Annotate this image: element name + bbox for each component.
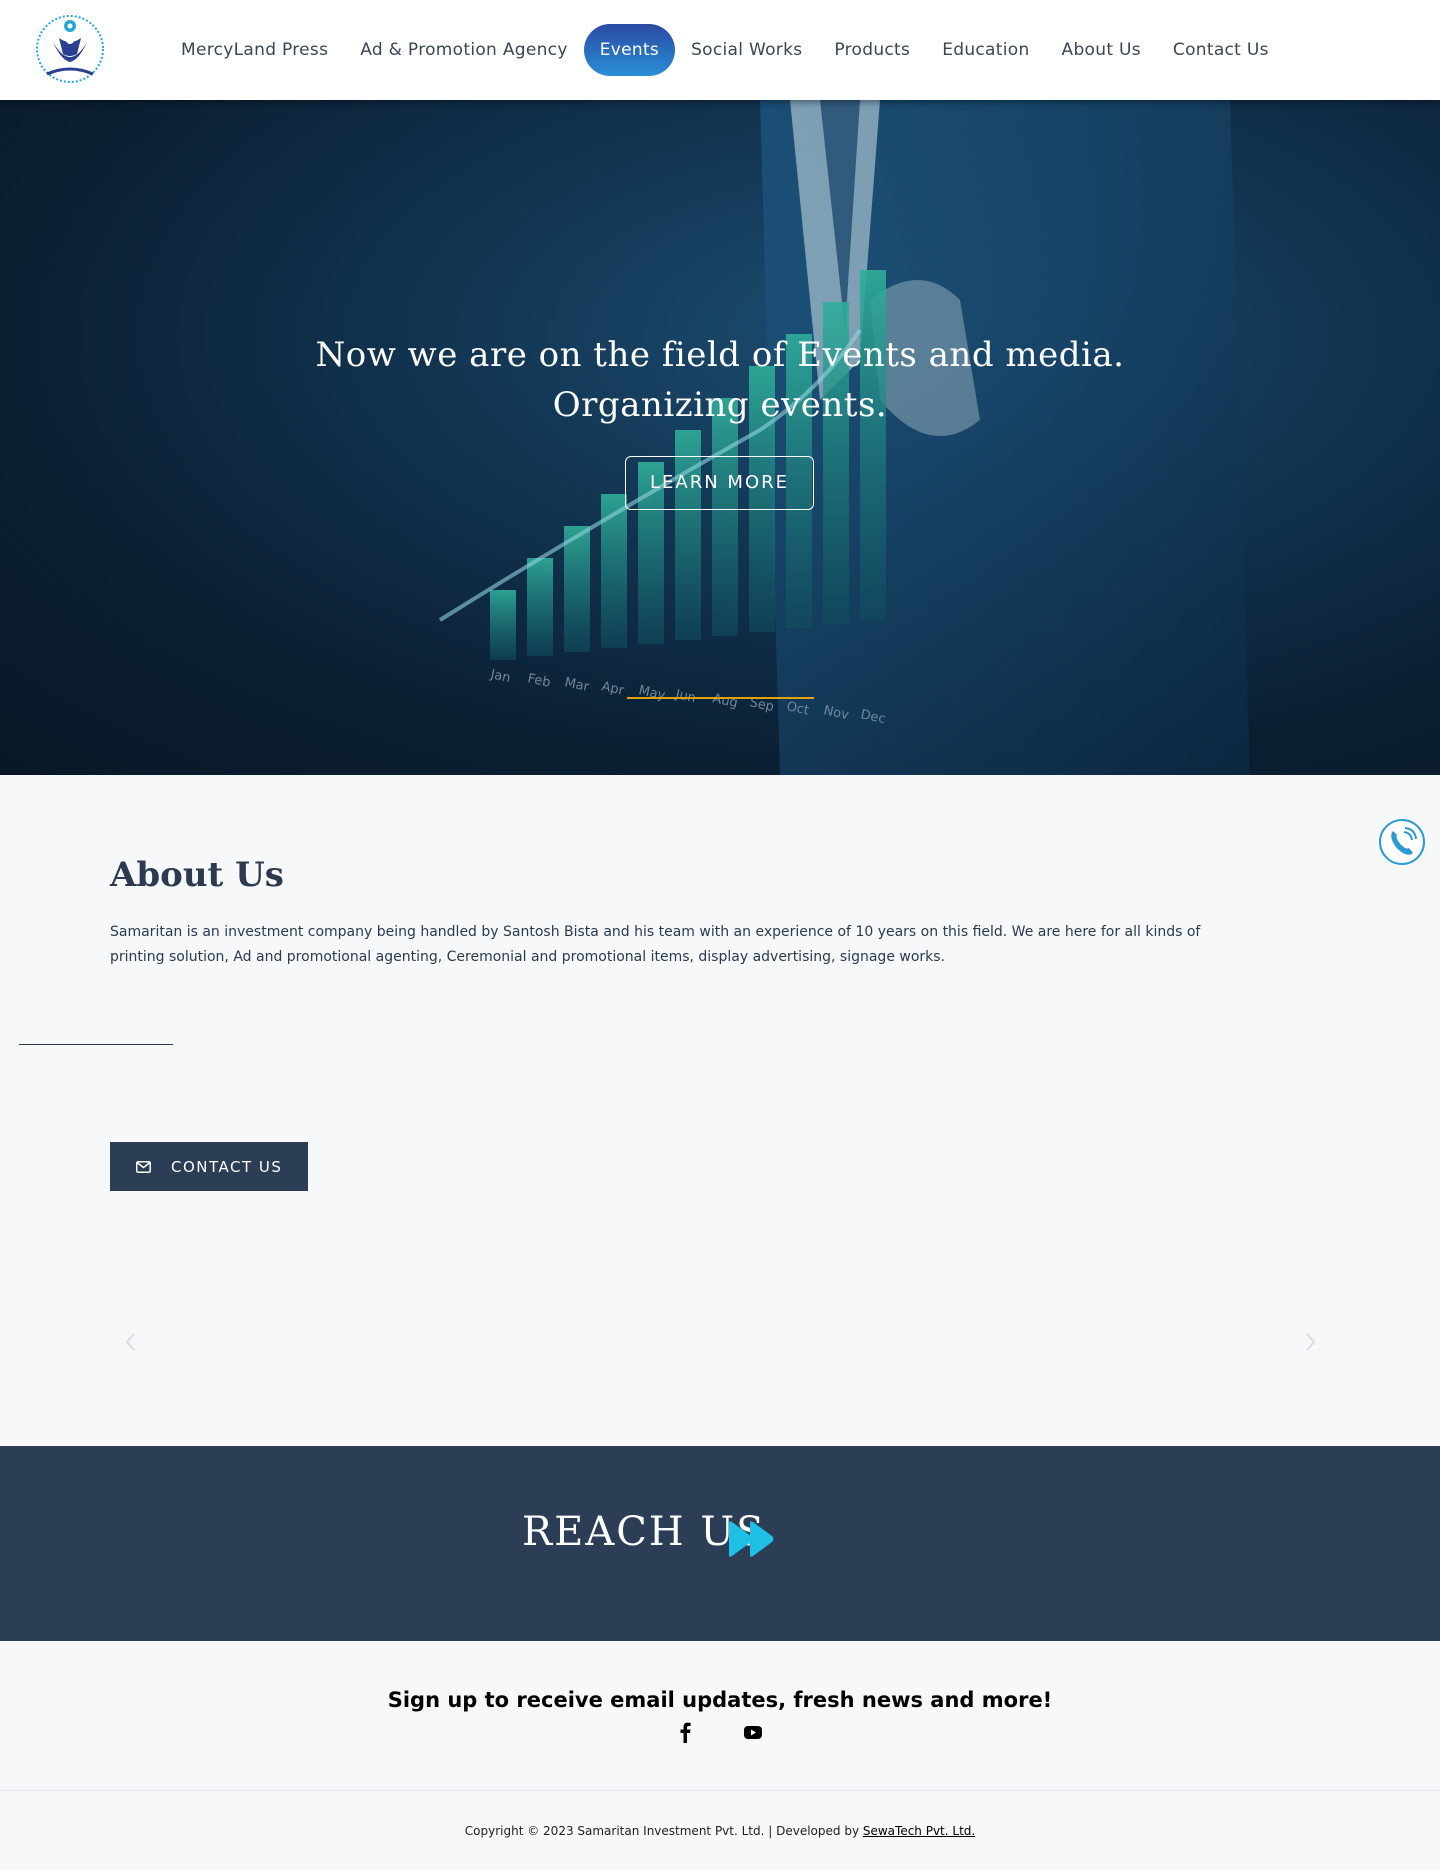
- floating-call-button[interactable]: [1378, 818, 1426, 866]
- hero-chart-bar: [860, 270, 886, 620]
- carousel-prev-arrow[interactable]: [121, 1330, 141, 1354]
- contact-us-button[interactable]: CONTACT US: [110, 1142, 308, 1191]
- chevron-left-icon: [125, 1333, 135, 1351]
- slider-indicator[interactable]: [627, 697, 814, 699]
- facebook-link[interactable]: [678, 1721, 692, 1743]
- hero-background-image: Jan Feb Mar Apr May Jun Aug Sep Oct Nov Dec: [438, 100, 1250, 775]
- hero-chart-bar: [527, 558, 553, 656]
- hero-chart-month-label: Aug: [711, 691, 739, 711]
- samaritan-logo[interactable]: [33, 12, 107, 86]
- hero-chart-month-label: Mar: [563, 675, 591, 695]
- reach-us-section: REACH US: [0, 1446, 1440, 1641]
- hero-title-line1: Now we are on the field of Events and me…: [315, 335, 1125, 375]
- chevron-right-icon: [1306, 1333, 1316, 1351]
- fast-forward-icon: [729, 1521, 774, 1557]
- hero-chart-bar: [712, 398, 738, 636]
- nav-item-about-us[interactable]: About Us: [1046, 24, 1157, 76]
- hero-title-line2: Organizing events.: [552, 385, 888, 425]
- signup-text: Sign up to receive email updates, fresh …: [387, 1688, 1053, 1712]
- hero-title: Now we are on the field of Events and me…: [0, 330, 1440, 430]
- nav-item-education[interactable]: Education: [926, 24, 1045, 76]
- nav-item-events[interactable]: Events: [583, 24, 676, 76]
- hero-chart-month-label: Jan: [488, 667, 512, 686]
- hero-slider: Jan Feb Mar Apr May Jun Aug Sep Oct Nov Dec Now we…: [0, 100, 1440, 775]
- contact-us-label: CONTACT US: [171, 1157, 283, 1176]
- youtube-link[interactable]: [743, 1721, 763, 1743]
- facebook-icon: [680, 1722, 691, 1743]
- carousel-next-arrow[interactable]: [1300, 1330, 1320, 1354]
- nav-item-social-works[interactable]: Social Works: [675, 24, 818, 76]
- phone-icon: [1379, 819, 1425, 865]
- hero-chart-bar: [490, 590, 516, 660]
- envelope-icon: [136, 1160, 151, 1173]
- nav-item-ad-promotion-agency[interactable]: Ad & Promotion Agency: [344, 24, 583, 76]
- site-footer: Copyright © 2023 Samaritan Investment Pv…: [0, 1790, 1440, 1870]
- copyright-line: Copyright © 2023 Samaritan Investment Pv…: [0, 1824, 1440, 1838]
- hero-chart-bar: [564, 526, 590, 652]
- site-header: MercyLand Press Ad & Promotion Agency Ev…: [0, 0, 1440, 100]
- about-text: Samaritan is an investment company being…: [110, 924, 1201, 965]
- learn-more-button[interactable]: LEARN MORE: [625, 456, 814, 510]
- nav-item-products[interactable]: Products: [818, 24, 926, 76]
- main-nav: MercyLand Press Ad & Promotion Agency Ev…: [165, 24, 1285, 76]
- about-divider: [19, 1044, 173, 1045]
- nav-item-mercyland-press[interactable]: MercyLand Press: [165, 24, 344, 76]
- nav-item-contact-us[interactable]: Contact Us: [1157, 24, 1285, 76]
- hero-chart-month-label: Feb: [526, 671, 552, 690]
- copyright-text: Copyright © 2023 Samaritan Investment Pv…: [464, 1824, 863, 1838]
- hero-chart-bar: [601, 494, 627, 648]
- hero-chart-month-label: Apr: [600, 679, 626, 698]
- hero-chart-month-label: May: [637, 683, 667, 703]
- developer-link[interactable]: SewaTech Pvt. Ltd.: [863, 1824, 975, 1838]
- about-title: About Us: [110, 855, 284, 895]
- youtube-icon: [744, 1726, 762, 1739]
